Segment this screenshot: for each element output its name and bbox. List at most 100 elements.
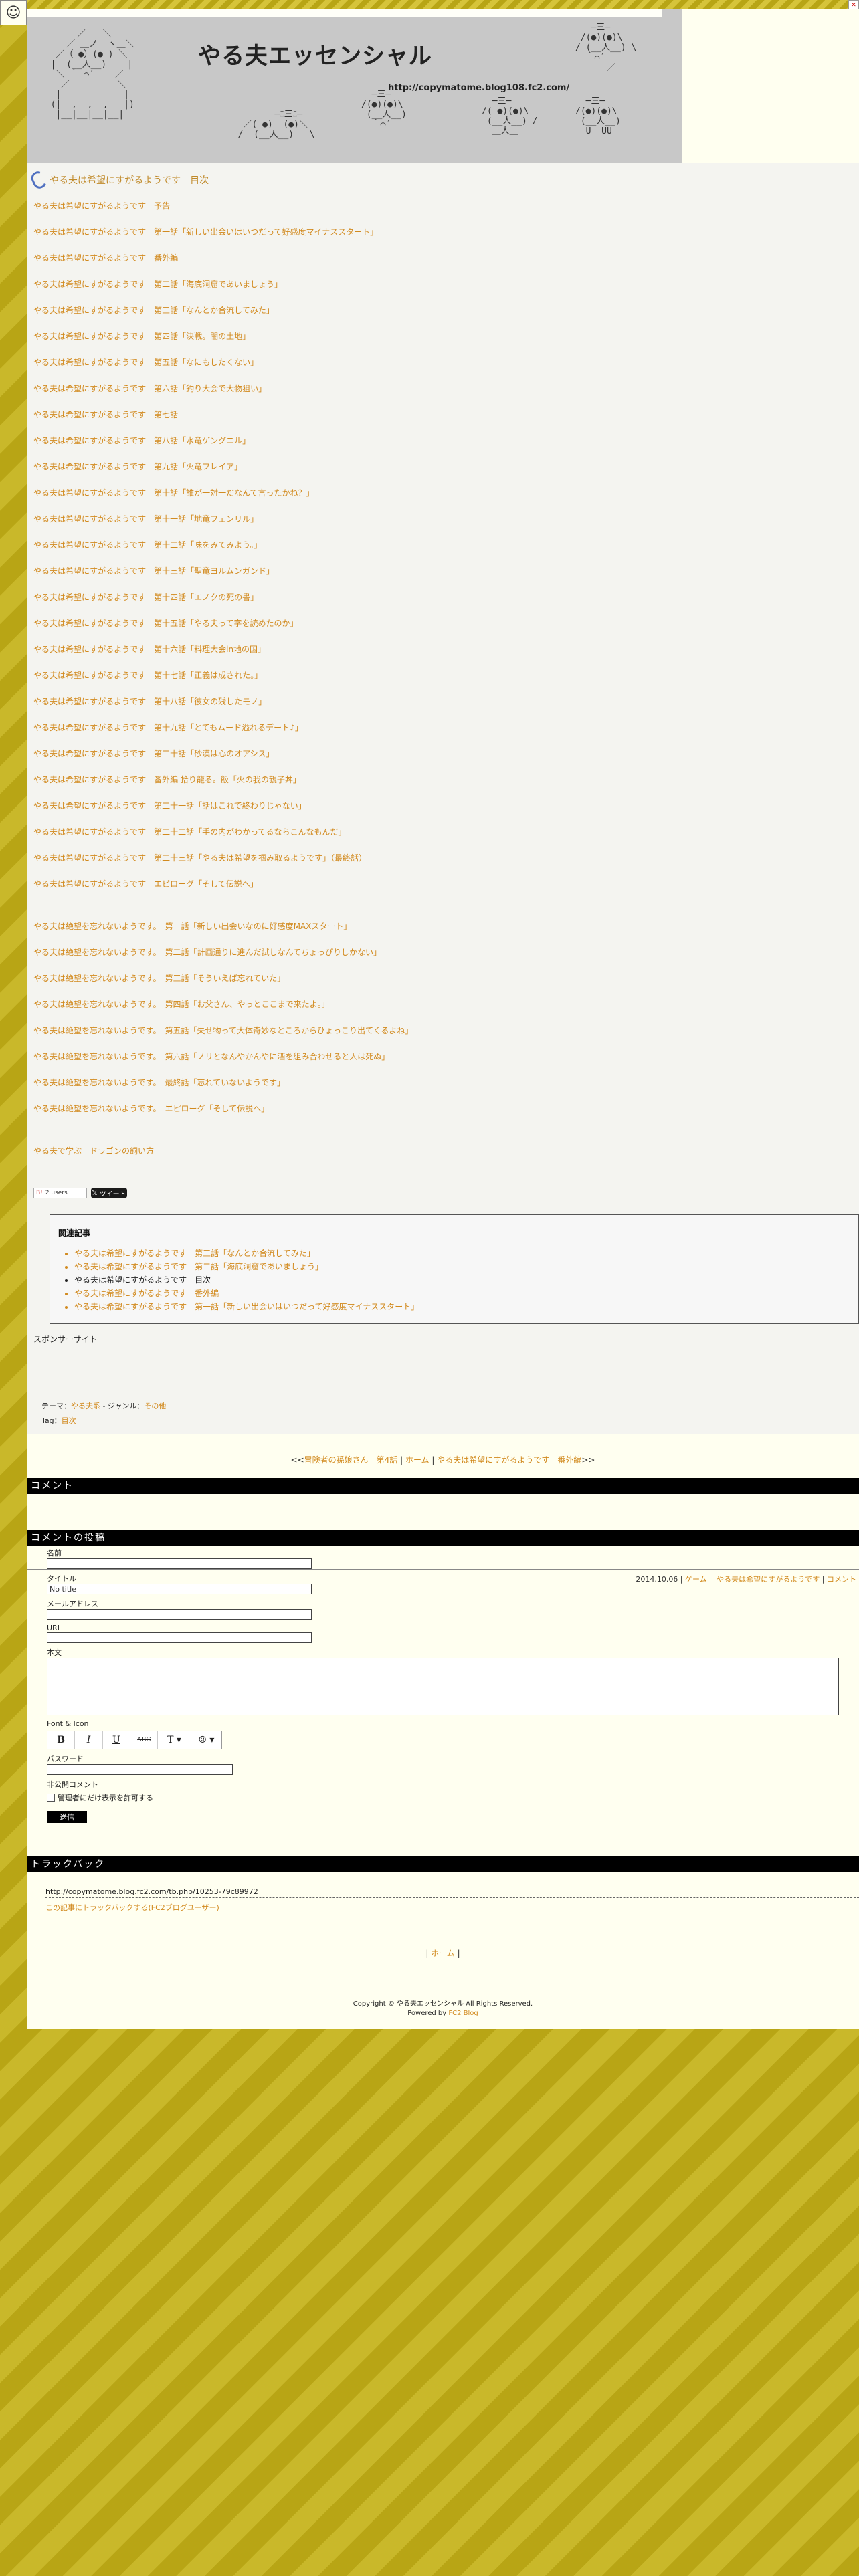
header-banner[interactable]: ／￣￣＼ ／ ＿ノ ヽ＿＼ ／（ ●）(● ) ＼ | (__人__) | ＼ …: [27, 9, 682, 163]
toc-link[interactable]: やる夫は絶望を忘れないようです。 第一話「新しい出会いなのに好感度MAXスタート…: [33, 921, 850, 947]
entry-body: やる夫は希望にすがるようです 目次 やる夫は希望にすがるようです 予告 やる夫は…: [27, 163, 859, 1584]
toc-link[interactable]: やる夫は希望にすがるようです 第十一話「地竜フェンリル」: [33, 514, 850, 540]
theme-line: テーマ：やる夫系 - ジャンル：その他: [41, 1402, 167, 1410]
password-label: パスワード: [47, 1755, 84, 1763]
ascii-art-right-bottom: ─三─ /(●)(●)\ (__人__) U UU: [575, 96, 621, 136]
toc-link[interactable]: やる夫は希望にすがるようです 第十七話「正義は成された。」: [33, 670, 850, 696]
extra-link[interactable]: やる夫で学ぶ ドラゴンの飼い方: [33, 1146, 850, 1172]
toc-link[interactable]: やる夫は希望にすがるようです 第八話「水竜ゲングニル」: [33, 435, 850, 461]
private-check-label: 管理者にだけ表示を許可する: [58, 1794, 153, 1802]
toc-link[interactable]: やる夫は希望にすがるようです 第五話「なにもしたくない」: [33, 357, 850, 383]
toc-link[interactable]: やる夫は希望にすがるようです 第十五話「やる夫って字を読めたのか」: [33, 618, 850, 644]
toc-link[interactable]: やる夫は希望にすがるようです 第七話: [33, 409, 850, 435]
entry-title: やる夫は希望にすがるようです 目次: [29, 169, 209, 191]
next-link[interactable]: やる夫は希望にすがるようです 番外編: [437, 1455, 581, 1465]
powered-by: Powered by FC2 Blog: [27, 2009, 859, 2018]
toc-link[interactable]: やる夫は希望にすがるようです 第十六話「料理大会in地の国」: [33, 644, 850, 670]
toc-link[interactable]: やる夫は希望にすがるようです 第十八話「彼女の残したモノ」: [33, 696, 850, 722]
avatar-icon[interactable]: ☺: [0, 0, 27, 25]
prev-link[interactable]: 冒険者の孫娘さん 第4話: [304, 1455, 398, 1465]
entry-title-text[interactable]: やる夫は希望にすがるようです 目次: [50, 173, 209, 187]
toc-link[interactable]: やる夫は希望にすがるようです 第二話「海底洞窟であいましょう」: [33, 279, 850, 305]
toc-link[interactable]: やる夫は希望にすがるようです 第十話「誰が一対一だなんて言ったかね？」: [33, 488, 850, 514]
home-nav-link[interactable]: ホーム: [431, 1949, 455, 1958]
comment-form: 名前 タイトル No title メールアドレス URL 本文 Font & I…: [47, 1543, 859, 1823]
tag-link[interactable]: 目次: [62, 1416, 76, 1425]
toc-link[interactable]: やる夫は希望にすがるようです 番外編 拾り龍る。飯「火の我の親子丼」: [33, 774, 850, 800]
twitter-icon: 𝕏: [92, 1189, 100, 1197]
related-current: やる夫は希望にすがるようです 目次: [74, 1273, 858, 1287]
toc-link[interactable]: やる夫は希望にすがるようです 番外編: [33, 253, 850, 279]
private-checkbox[interactable]: [47, 1794, 55, 1802]
toc-link[interactable]: やる夫は希望にすがるようです 第二十一話「話はこれで終わりじゃない」: [33, 800, 850, 827]
trackback-link[interactable]: この記事にトラックバックする(FC2ブログユーザー): [45, 1902, 219, 1913]
toc-link[interactable]: やる夫は絶望を忘れないようです。 第六話「ノリとなんやかんやに酒を組み合わせると…: [33, 1051, 850, 1077]
toc-link[interactable]: やる夫は希望にすがるようです 第二十二話「手の内がわかってるならこんなもんだ」: [33, 827, 850, 853]
page-container: ／￣￣＼ ／ ＿ノ ヽ＿＼ ／（ ●）(● ) ＼ | (__人__) | ＼ …: [27, 9, 859, 2029]
paperclip-icon: [29, 169, 49, 191]
theme-link[interactable]: やる夫系: [71, 1402, 100, 1410]
password-field[interactable]: [47, 1764, 233, 1775]
toc-link[interactable]: やる夫は希望にすがるようです 第九話「火竜フレイア」: [33, 461, 850, 488]
comments-heading: コメント: [27, 1478, 859, 1494]
related-link[interactable]: やる夫は希望にすがるようです 第三話「なんとか合流してみた」: [74, 1247, 858, 1260]
powered-prefix: Powered by: [407, 2010, 449, 2017]
trackback-url[interactable]: http://copymatome.blog.fc2.com/tb.php/10…: [45, 1887, 859, 1898]
ascii-art-center: ─ﾆ三ﾆ─ ／( ●) (●)＼ / (__人__) \: [237, 110, 315, 140]
toc-list: やる夫は希望にすがるようです 予告 やる夫は希望にすがるようです 第一話「新しい…: [33, 201, 850, 1172]
bold-icon[interactable]: B: [47, 1731, 76, 1749]
related-link[interactable]: やる夫は希望にすがるようです 第二話「海底洞窟であいましょう」: [74, 1260, 858, 1273]
toc-link[interactable]: やる夫は絶望を忘れないようです。 エピローグ「そして伝説へ」: [33, 1103, 850, 1130]
name-field[interactable]: [47, 1558, 312, 1569]
toc-link[interactable]: やる夫は希望にすがるようです 第一話「新しい出会いはいつだって好感度マイナススタ…: [33, 227, 850, 253]
title-label: タイトル: [47, 1574, 76, 1583]
toc-link[interactable]: やる夫は希望にすがるようです 第六話「釣り大会で大物狙い」: [33, 383, 850, 409]
hatena-bookmark-button[interactable]: B! 2 users: [33, 1188, 87, 1198]
genre-link[interactable]: その他: [144, 1402, 166, 1410]
toc-link[interactable]: やる夫は絶望を忘れないようです。 最終話「忘れていないようです」: [33, 1077, 850, 1103]
sponsor-label: スポンサーサイト: [33, 1335, 98, 1344]
related-link[interactable]: やる夫は希望にすがるようです 番外編: [74, 1287, 858, 1300]
toc-link[interactable]: やる夫は希望にすがるようです 第四話「決戦。闇の土地」: [33, 331, 850, 357]
title-field[interactable]: No title: [47, 1584, 312, 1594]
toc-link[interactable]: やる夫は希望にすがるようです 第三話「なんとか合流してみた」: [33, 305, 850, 331]
emoticon-icon[interactable]: ☺ ▾: [191, 1731, 221, 1749]
toc-link[interactable]: やる夫は希望にすがるようです 第十九話「とてもムード溢れるデート♪」: [33, 722, 850, 748]
body-textarea[interactable]: [47, 1658, 839, 1715]
banner-strip: [27, 9, 662, 17]
home-link[interactable]: ホーム: [405, 1455, 430, 1465]
italic-icon[interactable]: I: [75, 1731, 103, 1749]
toc-link[interactable]: やる夫は希望にすがるようです 第十四話「エノクの死の書」: [33, 592, 850, 618]
toc-link[interactable]: やる夫は絶望を忘れないようです。 第五話「失せ物って大体奇妙なところからひょっこ…: [33, 1025, 850, 1051]
toc-link[interactable]: やる夫は絶望を忘れないようです。 第三話「そういえば忘れていた」: [33, 973, 850, 999]
tweet-button[interactable]: 𝕏 ツイート: [91, 1188, 127, 1198]
fc2-link[interactable]: FC2 Blog: [448, 2010, 478, 2017]
strike-icon[interactable]: ABC: [130, 1731, 159, 1749]
related-link[interactable]: やる夫は希望にすがるようです 第一話「新しい出会いはいつだって好感度マイナススタ…: [74, 1300, 858, 1313]
home-nav: | ホーム |: [425, 1949, 460, 1958]
tag-label: Tag：: [41, 1416, 62, 1425]
copyright: Copyright © やる夫エッセンシャル All Rights Reserv…: [353, 2000, 533, 2008]
font-size-icon[interactable]: T ▾: [158, 1731, 191, 1749]
email-label: メールアドレス: [47, 1600, 98, 1608]
genre-label: ジャンル：: [107, 1402, 145, 1410]
toc-link[interactable]: やる夫は絶望を忘れないようです。 第四話「お父さん、やっとここまで来たよ。」: [33, 999, 850, 1025]
toc-link[interactable]: やる夫は希望にすがるようです 第二十話「砂漠は心のオアシス」: [33, 748, 850, 774]
tag-line: Tag：目次: [41, 1415, 76, 1426]
submit-button[interactable]: 送信: [47, 1811, 87, 1823]
toc-link[interactable]: やる夫は希望にすがるようです 予告: [33, 201, 850, 227]
email-field[interactable]: [47, 1609, 312, 1620]
toc-link[interactable]: やる夫は希望にすがるようです エピローグ「そして伝説へ」: [33, 879, 850, 905]
private-checkbox-row[interactable]: 管理者にだけ表示を許可する: [47, 1792, 859, 1803]
toc-link[interactable]: やる夫は絶望を忘れないようです。 第二話「計画通りに進んだ試しなんてちょっぴりし…: [33, 947, 850, 973]
underline-icon[interactable]: U: [103, 1731, 131, 1749]
toc-link[interactable]: やる夫は希望にすがるようです 第二十三話「やる夫は希望を掴み取るようです」（最終…: [33, 853, 850, 879]
format-toolbar: B I U ABC T ▾ ☺ ▾: [47, 1731, 222, 1749]
body-label: 本文: [47, 1648, 62, 1657]
url-field[interactable]: [47, 1632, 312, 1643]
ascii-art-center-2: ─三─ /(●)(●)\ (__人__) ｀⌒´: [361, 90, 407, 130]
footer: Copyright © やる夫エッセンシャル All Rights Reserv…: [27, 2000, 859, 2018]
pager: <<冒険者の孫娘さん 第4話 | ホーム | やる夫は希望にすがるようです 番外…: [290, 1455, 595, 1465]
toc-link[interactable]: やる夫は希望にすがるようです 第十二話「味をみてみよう。」: [33, 540, 850, 566]
toc-link[interactable]: やる夫は希望にすがるようです 第十三話「聖竜ヨルムンガンド」: [33, 566, 850, 592]
